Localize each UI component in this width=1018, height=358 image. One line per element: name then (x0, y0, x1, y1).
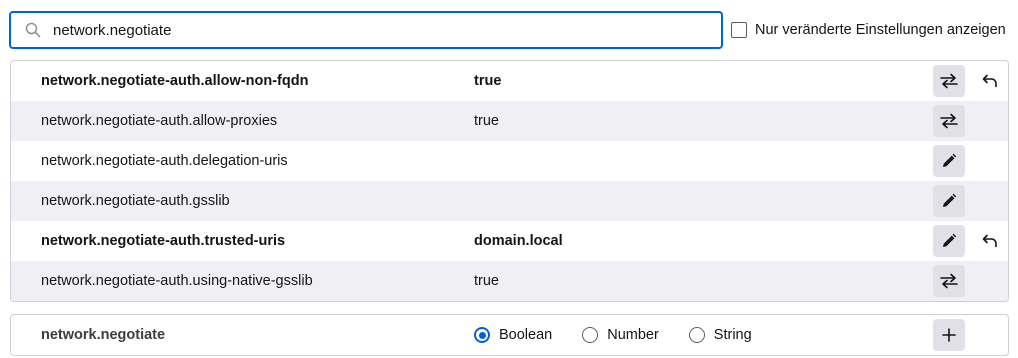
preferences-table: network.negotiate-auth.allow-non-fqdn tr… (10, 60, 1009, 302)
add-preference-row: network.negotiate Boolean Number String (10, 314, 1009, 356)
pref-row[interactable]: network.negotiate-auth.gsslib (11, 181, 1008, 221)
edit-button[interactable] (933, 185, 965, 217)
edit-button[interactable] (933, 225, 965, 257)
search-box[interactable] (9, 11, 723, 49)
modified-only-toggle[interactable]: Nur veränderte Einstellungen anzeigen (731, 20, 1006, 40)
type-option-number[interactable]: Number (582, 327, 659, 343)
modified-only-checkbox[interactable] (731, 22, 747, 38)
pref-row[interactable]: network.negotiate-auth.using-native-gssl… (11, 261, 1008, 301)
toggle-button[interactable] (933, 65, 965, 97)
toggle-icon (940, 73, 958, 89)
toggle-icon (940, 273, 958, 289)
undo-icon (982, 74, 997, 88)
pref-value: true (474, 273, 499, 289)
toggle-button[interactable] (933, 105, 965, 137)
plus-icon (942, 328, 956, 342)
type-option-boolean[interactable]: Boolean (474, 327, 552, 343)
radio-label: Boolean (499, 327, 553, 343)
pref-type-radio-group: Boolean Number String (474, 315, 782, 355)
add-button[interactable] (933, 319, 965, 351)
type-option-string[interactable]: String (688, 327, 752, 343)
toggle-button[interactable] (933, 265, 965, 297)
pref-value: true (474, 73, 502, 89)
pref-name: network.negotiate-auth.using-native-gssl… (41, 273, 313, 289)
edit-icon (943, 193, 957, 207)
modified-only-label: Nur veränderte Einstellungen anzeigen (755, 22, 1006, 38)
reset-button[interactable] (974, 65, 1006, 97)
radio-label: String (713, 327, 752, 343)
radio-label: Number (607, 327, 659, 343)
reset-button[interactable] (974, 225, 1006, 257)
radio-boolean[interactable] (474, 327, 490, 343)
pref-row[interactable]: network.negotiate-auth.allow-proxies tru… (11, 101, 1008, 141)
edit-button[interactable] (933, 145, 965, 177)
pref-name: network.negotiate-auth.gsslib (41, 193, 230, 209)
search-input[interactable] (47, 15, 721, 45)
radio-string[interactable] (688, 327, 705, 343)
pref-name: network.negotiate-auth.allow-proxies (41, 113, 278, 129)
new-pref-name: network.negotiate (41, 327, 166, 343)
pref-name: network.negotiate-auth.delegation-uris (41, 153, 288, 169)
pref-name: network.negotiate-auth.trusted-uris (41, 233, 286, 249)
pref-value: true (474, 113, 499, 129)
pref-row[interactable]: network.negotiate-auth.delegation-uris (11, 141, 1008, 181)
search-icon (19, 22, 47, 38)
pref-row[interactable]: network.negotiate-auth.allow-non-fqdn tr… (11, 61, 1008, 101)
radio-number[interactable] (582, 327, 599, 343)
pref-row[interactable]: network.negotiate-auth.trusted-uris doma… (11, 221, 1008, 261)
undo-icon (982, 234, 997, 248)
pref-value: domain.local (474, 233, 563, 249)
pref-name: network.negotiate-auth.allow-non-fqdn (41, 73, 309, 89)
toggle-icon (940, 113, 958, 129)
edit-icon (943, 153, 957, 167)
edit-icon (943, 233, 957, 247)
